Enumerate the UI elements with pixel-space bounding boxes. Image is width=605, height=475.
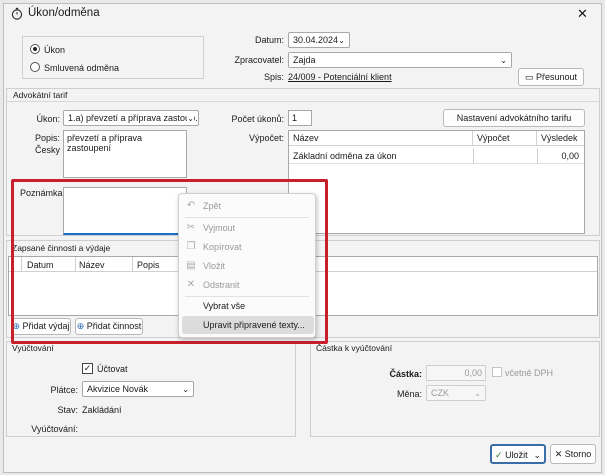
castka-label: Částka:: [389, 369, 422, 379]
menu-item-odstranit[interactable]: ✕ Odstranit: [179, 276, 313, 294]
spis-link[interactable]: 24/009 - Potenciální klient: [288, 72, 392, 82]
menu-item-label: Vybrat vše: [203, 301, 246, 311]
window-title: Úkon/odměna: [28, 7, 100, 19]
divider: [185, 217, 309, 218]
chevron-down-icon: ⌄: [474, 389, 481, 398]
menu-item-vybrat-vse[interactable]: Vybrat vše: [179, 297, 313, 315]
platce-label: Plátce:: [50, 385, 78, 395]
mena-label: Měna:: [396, 389, 422, 399]
menu-item-label: Odstranit: [203, 280, 240, 290]
chevron-down-icon: ⌄: [182, 385, 189, 394]
mena-select[interactable]: CZK ⌄: [426, 385, 486, 401]
ukon-label: Úkon:: [36, 114, 60, 124]
nastaveni-button[interactable]: Nastavení advokátního tarifu: [443, 109, 585, 127]
chevron-down-icon[interactable]: ⌄: [533, 446, 541, 464]
pocet-input[interactable]: 1: [288, 110, 312, 126]
zpracovatel-label: Zpracovatel:: [234, 55, 284, 65]
context-menu: ↶ Zpět ✂ Vyjmout ❐ Kopírovat ▤ Vložit ✕ …: [178, 193, 316, 338]
divider: [473, 148, 474, 164]
close-icon[interactable]: ✕: [577, 6, 588, 22]
table-row[interactable]: Základní odměna za úkon 0,00: [289, 148, 584, 164]
divider: [537, 148, 538, 164]
castka-input[interactable]: 0,00: [426, 365, 486, 381]
vyuctovani-label: Vyúčtování:: [31, 424, 78, 434]
menu-item-kopirovat[interactable]: ❐ Kopírovat: [179, 238, 313, 256]
cesky-label: Česky: [34, 145, 60, 155]
vypocet-label: Výpočet:: [248, 133, 284, 143]
storno-label: Storno: [564, 449, 592, 459]
datum-label: Datum:: [254, 35, 284, 45]
presunout-button[interactable]: ▭ Přesunout: [518, 68, 584, 86]
platce-value: Akvizice Novák: [87, 384, 149, 394]
vcetne-dph-label: včetně DPH: [505, 368, 554, 378]
cell-vysledek: 0,00: [561, 151, 579, 161]
platce-select[interactable]: Akvizice Novák ⌄: [82, 381, 194, 397]
uctovat-checkbox[interactable]: ✓: [82, 363, 93, 374]
menu-item-vlozit[interactable]: ▤ Vložit: [179, 257, 313, 275]
radio-smluvena-label: Smluvená odměna: [44, 63, 120, 73]
cell-nazev: Základní odměna za úkon: [293, 151, 397, 161]
zpracovatel-select[interactable]: Zajda ⌄: [288, 52, 512, 68]
radio-ukon-label: Úkon: [44, 45, 66, 55]
pocet-label: Počet úkonů:: [231, 114, 284, 124]
move-folder-icon: ▭: [524, 72, 534, 82]
popis-value: převzetí a příprava zastoupení: [67, 133, 143, 153]
undo-icon: ↶: [186, 200, 196, 211]
castka-value: 0,00: [464, 368, 482, 378]
chevron-down-icon: ⌄: [500, 56, 507, 65]
vyuctovani-group-title: Vyúčtování: [12, 343, 54, 353]
popis-textarea[interactable]: převzetí a příprava zastoupení: [63, 130, 187, 178]
close-icon: ✕: [554, 449, 563, 459]
ulozit-label: Uložit: [505, 450, 528, 460]
stav-label: Stav:: [57, 405, 78, 415]
datum-picker[interactable]: 30.04.2024 ⌄: [288, 32, 350, 48]
stopwatch-icon: [11, 7, 23, 20]
ukon-value: 1.a) převzetí a příprava zastoup...: [68, 113, 199, 123]
radio-smluvena[interactable]: [30, 62, 40, 72]
stav-value: Zakládání: [82, 405, 122, 415]
menu-item-label: Upravit připravené texty...: [203, 320, 305, 330]
vcetne-dph-checkbox[interactable]: [492, 367, 502, 377]
copy-icon: ❐: [186, 241, 196, 252]
popis-label: Popis:: [34, 133, 60, 143]
spis-label: Spis:: [263, 72, 284, 82]
chevron-down-icon: ⌄: [338, 36, 345, 45]
tarif-group-title: Advokátní tarif: [13, 90, 68, 100]
mena-value: CZK: [431, 388, 449, 398]
radio-ukon[interactable]: [30, 44, 40, 54]
col-header-nazev[interactable]: Název: [289, 131, 473, 145]
divider: [7, 101, 599, 102]
checkmark-icon: ✓: [495, 450, 503, 460]
menu-item-upravit-texty[interactable]: Upravit připravené texty...: [182, 316, 314, 334]
menu-item-label: Zpět: [203, 201, 222, 211]
col-header-vysledek[interactable]: Výsledek: [537, 131, 584, 145]
menu-item-zpet[interactable]: ↶ Zpět: [179, 197, 313, 215]
vypocet-table-header: Název Výpočet Výsledek: [289, 131, 584, 146]
chevron-down-icon: ⌄: [187, 111, 194, 125]
menu-item-label: Kopírovat: [203, 242, 242, 252]
pocet-value: 1: [292, 113, 298, 123]
scissors-icon: ✂: [186, 222, 196, 233]
menu-item-vyjmout[interactable]: ✂ Vyjmout: [179, 219, 313, 237]
storno-button[interactable]: ✕ Storno: [550, 444, 596, 464]
castka-group-title: Částka k vyúčtování: [316, 343, 393, 353]
presunout-label: Přesunout: [536, 72, 578, 82]
menu-item-label: Vyjmout: [203, 223, 236, 233]
ulozit-button[interactable]: ✓ Uložit ⌄: [490, 444, 546, 464]
ukon-select[interactable]: 1.a) převzetí a příprava zastoup... ⌄: [63, 110, 199, 126]
zpracovatel-value: Zajda: [293, 55, 316, 65]
datum-value: 30.04.2024: [293, 35, 339, 45]
col-header-vypocet[interactable]: Výpočet: [473, 131, 537, 145]
delete-icon: ✕: [186, 279, 196, 290]
paste-icon: ▤: [186, 260, 196, 271]
menu-item-label: Vložit: [203, 261, 226, 271]
uctovat-label: Účtovat: [97, 364, 128, 374]
